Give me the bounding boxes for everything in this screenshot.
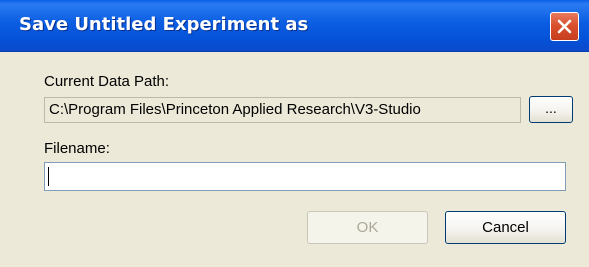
ok-button[interactable]: OK [307,211,428,244]
filename-input[interactable] [44,162,566,191]
close-button[interactable] [550,12,579,41]
close-x-icon [557,19,572,34]
current-data-path-label: Current Data Path: [44,73,170,90]
dialog-title: Save Untitled Experiment as [19,14,309,35]
save-dialog: Save Untitled Experiment as Current Data… [0,0,589,267]
title-bar[interactable]: Save Untitled Experiment as [0,0,589,52]
cancel-button[interactable]: Cancel [445,211,566,244]
browse-button[interactable]: ... [529,96,573,123]
current-data-path-field: C:\Program Files\Princeton Applied Resea… [44,97,521,123]
filename-label: Filename: [44,140,110,157]
text-caret [48,167,49,186]
